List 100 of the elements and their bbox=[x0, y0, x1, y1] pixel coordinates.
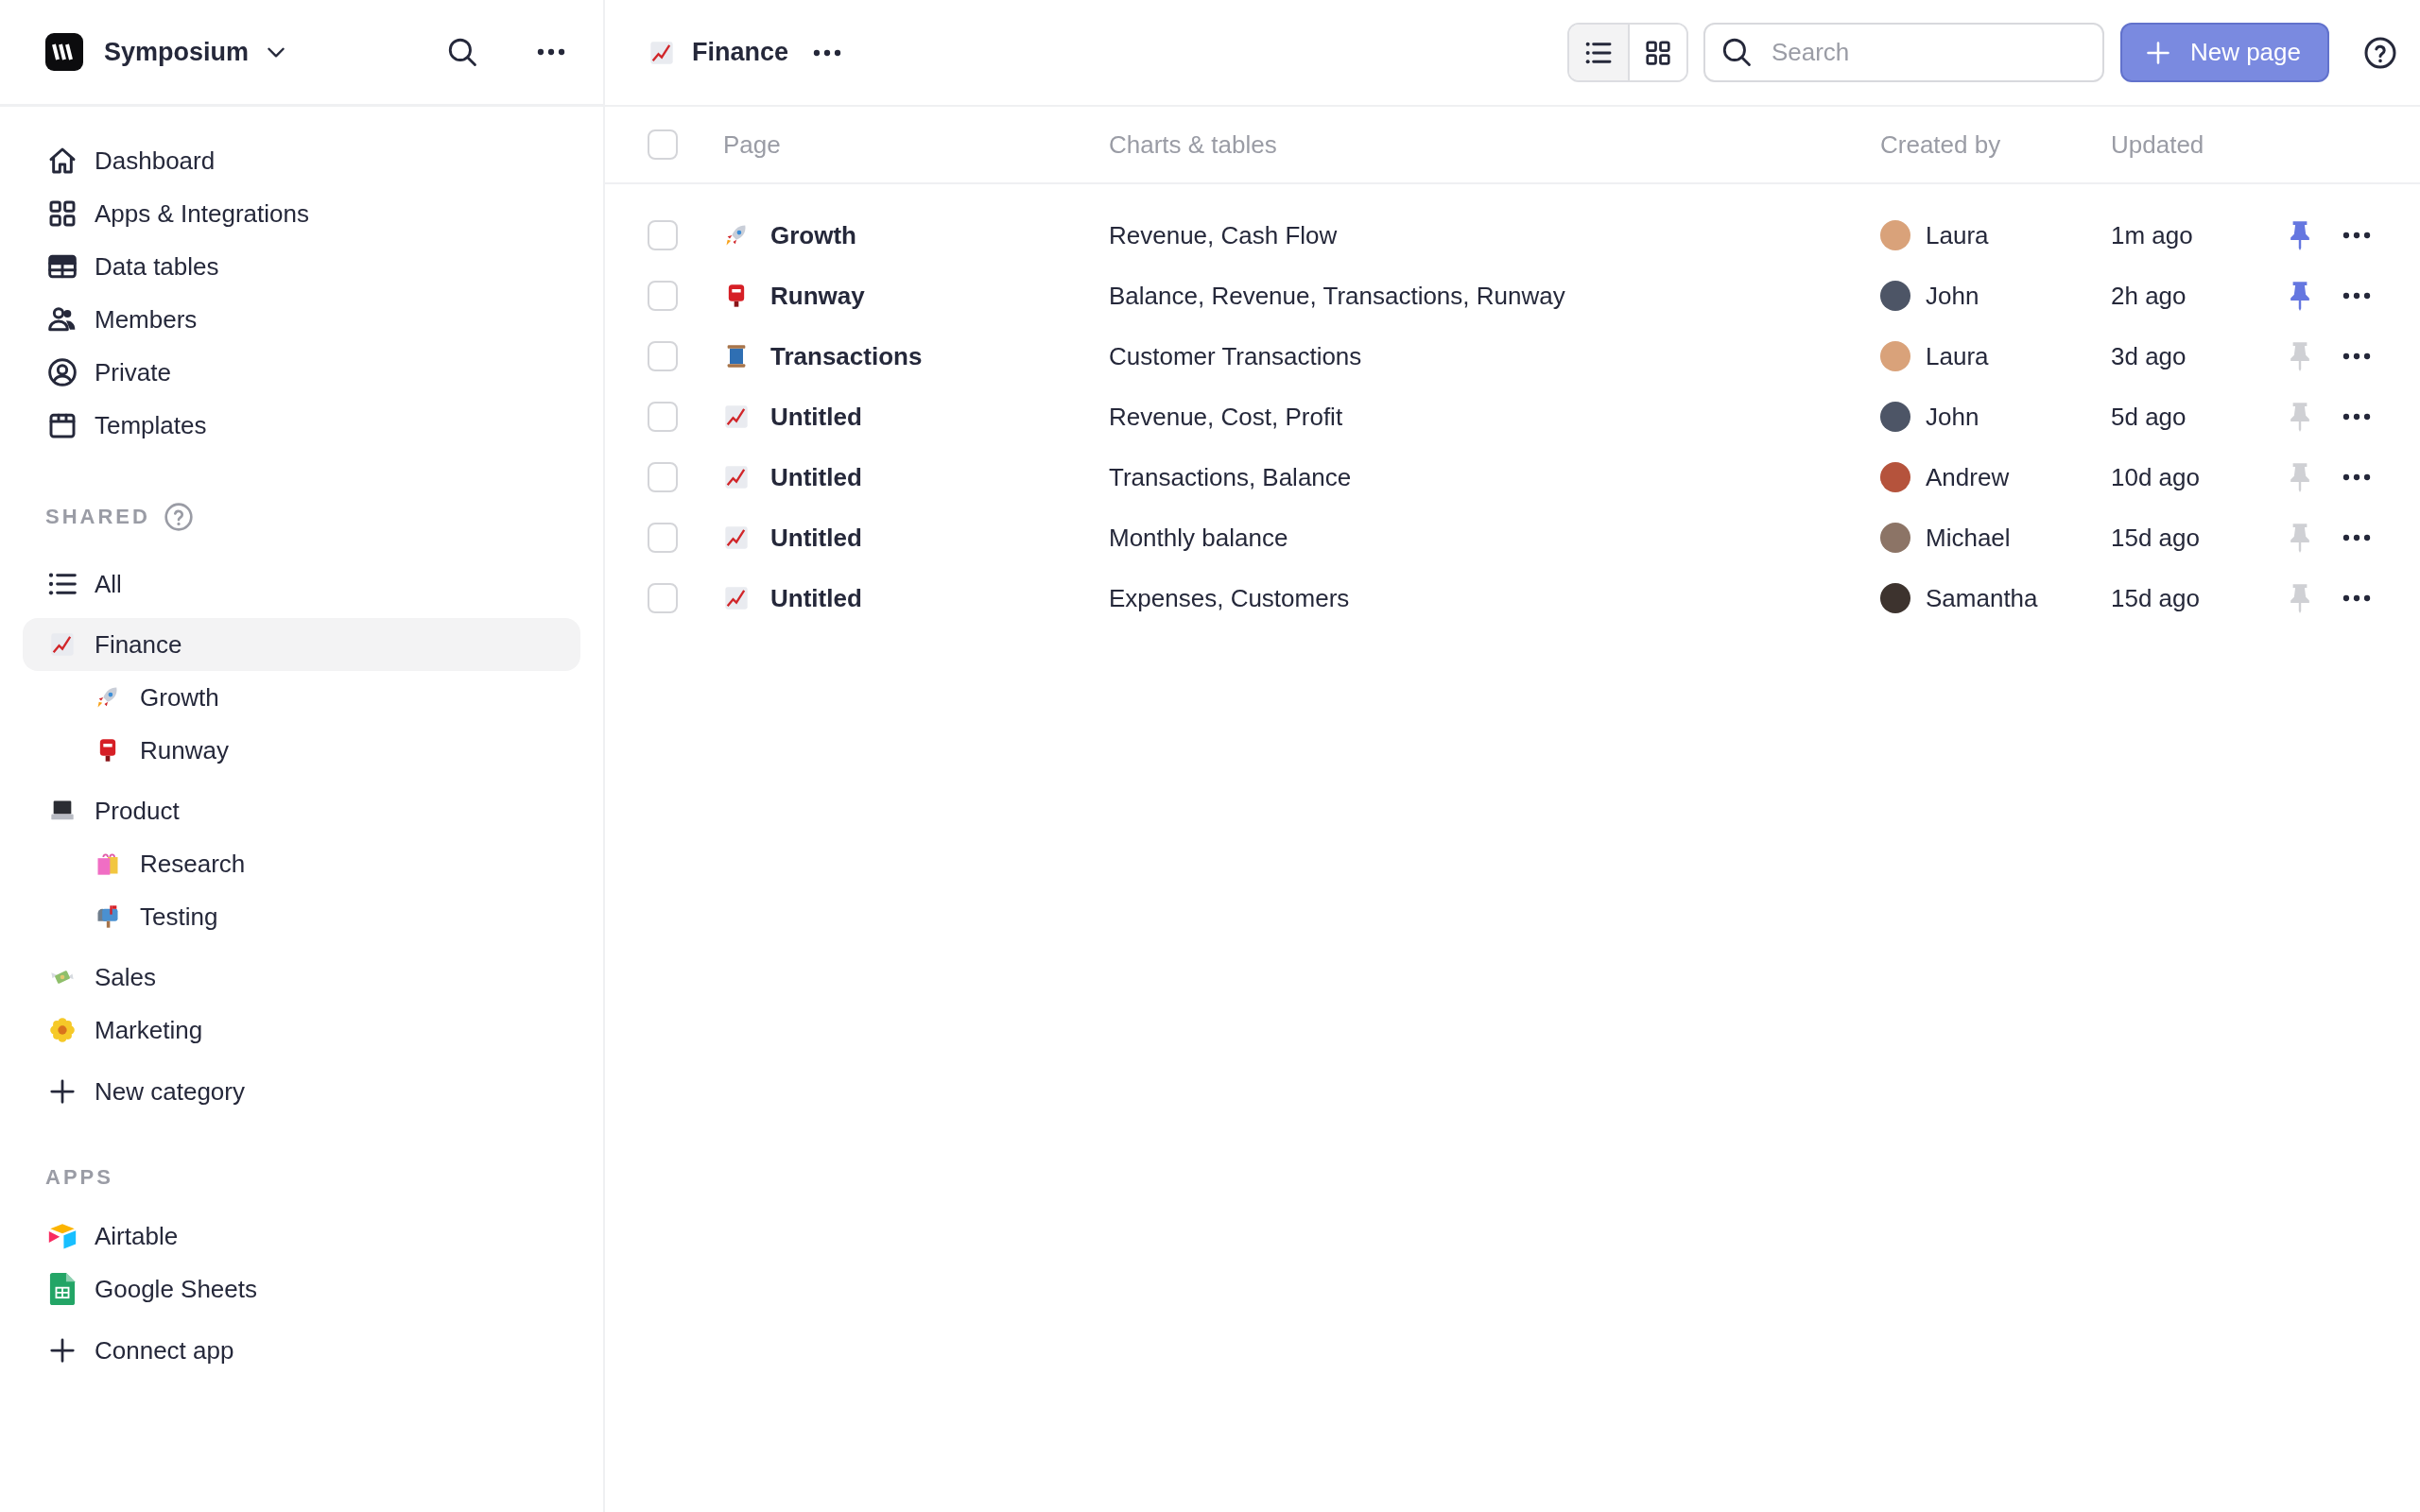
charts-cell-text: Customer Transactions bbox=[1109, 341, 1363, 371]
search-icon bbox=[446, 36, 478, 68]
creator-name: Laura bbox=[1926, 341, 1989, 371]
charts-cell-text: Transactions, Balance bbox=[1109, 462, 1353, 492]
sheets-logo-icon bbox=[49, 1273, 76, 1305]
page-name[interactable]: Untitled bbox=[770, 402, 862, 432]
row-checkbox[interactable] bbox=[648, 462, 678, 492]
avatar-icon bbox=[1880, 462, 1910, 492]
column-header: Page bbox=[723, 129, 782, 160]
sidebar-item[interactable]: Runway bbox=[23, 724, 580, 777]
updated-time: 10d ago bbox=[2111, 462, 2201, 492]
sidebar-item[interactable]: Research bbox=[23, 837, 580, 890]
chart-icon bbox=[648, 39, 675, 66]
charts-cell-text: Revenue, Cost, Profit bbox=[1109, 402, 1344, 432]
section-heading: APPS bbox=[45, 1165, 113, 1190]
charts-cell-text: Monthly balance bbox=[1109, 523, 1289, 553]
help-icon bbox=[163, 502, 194, 532]
column-header: Created by bbox=[1880, 129, 2002, 160]
sidebar-item[interactable]: Apps & Integrations bbox=[23, 187, 580, 240]
grid-icon bbox=[47, 198, 78, 229]
creator-name: John bbox=[1926, 281, 1979, 311]
column-header: Charts & tables bbox=[1109, 129, 1278, 160]
connect-app-button[interactable]: Connect app bbox=[23, 1324, 580, 1377]
select-all-checkbox[interactable] bbox=[648, 129, 678, 160]
workspace-name[interactable]: Symposium bbox=[104, 37, 250, 67]
sidebar-item[interactable]: Members bbox=[23, 293, 580, 346]
sidebar-item[interactable]: Google Sheets bbox=[23, 1263, 580, 1315]
creator-name: John bbox=[1926, 402, 1979, 432]
page-name[interactable]: Runway bbox=[770, 281, 865, 311]
section-heading: SHARED bbox=[45, 505, 150, 529]
updated-time: 15d ago bbox=[2111, 523, 2201, 553]
sidebar-item[interactable]: All bbox=[23, 558, 580, 610]
charts-cell-text: Balance, Revenue, Transactions, Runway bbox=[1109, 281, 1566, 311]
page-name[interactable]: Growth bbox=[770, 220, 856, 250]
updated-time: 15d ago bbox=[2111, 583, 2201, 613]
flower-icon bbox=[49, 1017, 76, 1043]
sidebar-item[interactable]: Testing bbox=[23, 890, 580, 943]
more-icon bbox=[537, 48, 565, 56]
mailbox-icon bbox=[95, 903, 121, 930]
row-checkbox[interactable] bbox=[648, 281, 678, 311]
updated-time: 1m ago bbox=[2111, 220, 2194, 250]
sidebar-item[interactable]: Dashboard bbox=[23, 134, 580, 187]
more-icon bbox=[2342, 413, 2371, 421]
pin-icon[interactable] bbox=[2288, 220, 2312, 250]
sidebar-item[interactable]: Sales bbox=[23, 951, 580, 1004]
sidebar-item[interactable]: Growth bbox=[23, 671, 580, 724]
avatar-icon bbox=[1880, 523, 1910, 553]
more-icon bbox=[2342, 352, 2371, 360]
chart-icon bbox=[49, 631, 76, 658]
avatar-icon bbox=[1880, 402, 1910, 432]
user-circle-icon bbox=[47, 357, 78, 387]
more-icon bbox=[2342, 232, 2371, 239]
new-category-button[interactable]: New category bbox=[23, 1065, 580, 1118]
row-checkbox[interactable] bbox=[648, 220, 678, 250]
plus-icon bbox=[48, 1077, 77, 1106]
workspace-logo-icon bbox=[45, 33, 83, 71]
creator-name: Michael bbox=[1926, 523, 2011, 553]
pin-icon[interactable] bbox=[2288, 281, 2312, 311]
sidebar-item[interactable]: Finance bbox=[23, 618, 580, 671]
row-checkbox[interactable] bbox=[648, 341, 678, 371]
updated-time: 5d ago bbox=[2111, 402, 2187, 432]
updated-time: 3d ago bbox=[2111, 341, 2187, 371]
more-icon bbox=[2342, 594, 2371, 602]
home-icon bbox=[47, 146, 78, 176]
column-header: Updated bbox=[2111, 129, 2205, 160]
sidebar-item[interactable]: Data tables bbox=[23, 240, 580, 293]
creator-name: Andrew bbox=[1926, 462, 2010, 492]
creator-name: Samantha bbox=[1926, 583, 2038, 613]
row-checkbox[interactable] bbox=[648, 583, 678, 613]
avatar-icon bbox=[1880, 220, 1910, 250]
chart-icon bbox=[723, 464, 750, 490]
page-name[interactable]: Untitled bbox=[770, 462, 862, 492]
search-field[interactable]: Search bbox=[1703, 23, 2104, 82]
chart-icon bbox=[723, 404, 750, 430]
updated-time: 2h ago bbox=[2111, 281, 2187, 311]
sidebar-item[interactable]: Product bbox=[23, 784, 580, 837]
chart-icon bbox=[723, 585, 750, 611]
page-title: Finance bbox=[692, 38, 789, 67]
avatar-icon bbox=[1880, 583, 1910, 613]
sidebar-item[interactable]: Templates bbox=[23, 399, 580, 452]
list-view-button[interactable] bbox=[1568, 25, 1628, 80]
plus-icon bbox=[48, 1336, 77, 1365]
page-name[interactable]: Untitled bbox=[770, 583, 862, 613]
grid-view-button[interactable] bbox=[1627, 25, 1686, 80]
charts-cell-text: Expenses, Customers bbox=[1109, 583, 1351, 613]
row-checkbox[interactable] bbox=[648, 402, 678, 432]
sidebar-item[interactable]: Airtable bbox=[23, 1210, 580, 1263]
chart-icon bbox=[723, 524, 750, 551]
page-name[interactable]: Untitled bbox=[770, 523, 862, 553]
avatar-icon bbox=[1880, 341, 1910, 371]
more-icon bbox=[813, 48, 842, 57]
more-icon bbox=[2342, 534, 2371, 541]
avatar-icon bbox=[1880, 281, 1910, 311]
charts-cell-text: Revenue, Cash Flow bbox=[1109, 220, 1339, 250]
sidebar-item[interactable]: Marketing bbox=[23, 1004, 580, 1057]
row-checkbox[interactable] bbox=[648, 523, 678, 553]
more-icon bbox=[2342, 292, 2371, 300]
page-name[interactable]: Transactions bbox=[770, 341, 923, 371]
sidebar-item[interactable]: Private bbox=[23, 346, 580, 399]
more-icon bbox=[2342, 473, 2371, 481]
